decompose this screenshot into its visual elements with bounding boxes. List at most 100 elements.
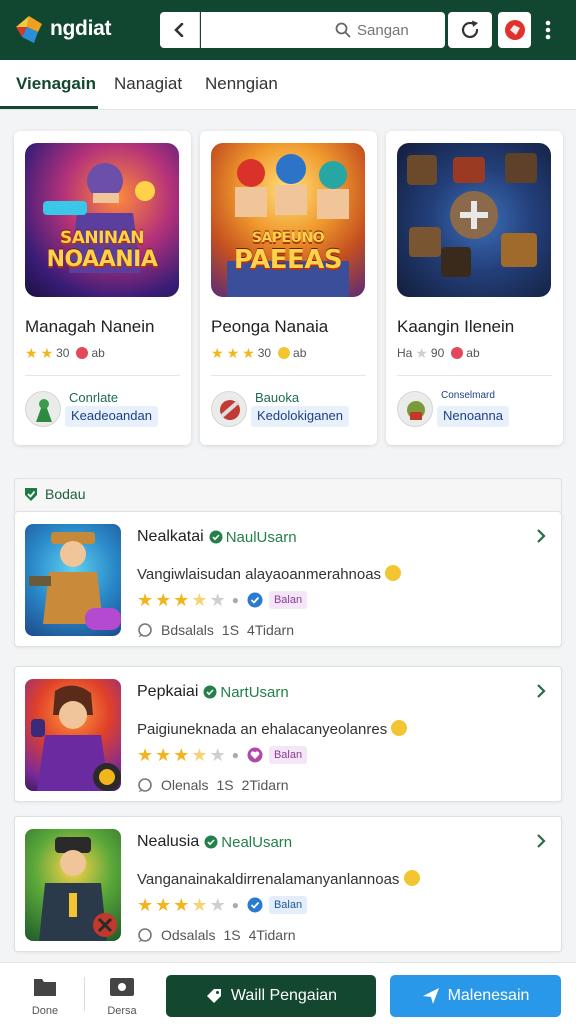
primary-action-button[interactable]: Waill Pengaian [166,975,376,1017]
primary-button-label: Waill Pengaian [230,987,338,1004]
game-title-row: Nealusia NealUsarn [137,833,292,851]
tab-bar: Vienagain Nanagiat Nenngian [0,60,576,110]
active-tab-indicator [0,106,98,109]
verified-badge: NealUsarn [204,834,292,851]
game-art-image [407,153,537,277]
meta-time: 4Tidarn [248,927,296,943]
meta-author: Olenals [161,777,209,793]
star-icon: ★ [155,745,172,765]
rating-suffix: ab [293,346,307,360]
refresh-button[interactable] [448,12,492,48]
developer-row[interactable]: Conselmard Nenoanna [397,389,549,429]
game-rating: ★ ★ ★ 30 ab [211,344,306,362]
game-art-title: SAPEUNO PAEEAS [233,230,343,275]
coin-icon [278,347,291,359]
developer-row[interactable]: Conrlate Keadeoandan [25,389,177,429]
search-input[interactable] [357,21,435,39]
divider [25,375,180,376]
meta-count: 1S [221,622,240,638]
dot-icon: ● [231,898,239,912]
dot-icon: ● [231,748,239,762]
section-title: Bodau [45,486,86,502]
game-thumbnail [25,829,121,941]
developer-name: Conselmard [441,390,495,401]
game-art-image [39,837,117,941]
app-logo-icon[interactable] [14,15,44,45]
meta-count: 1S [223,927,241,943]
game-meta: Olenals 1S 2Tidarn [137,777,289,793]
tab-nanagiat[interactable]: Nanagiat [114,74,182,94]
tab-nenngian[interactable]: Nenngian [205,74,278,94]
star-icon: ★ [211,345,224,361]
game-title: Managah Nanein [25,317,155,336]
star-icon: ★ [415,345,428,361]
game-title: Pepkaiai [137,683,199,700]
list-item[interactable]: Nealusia NealUsarn Vanganainakaldirrenal… [14,816,562,952]
star-icon: ★ [173,590,190,610]
star-icon: ★ [155,895,172,915]
star-icon: ★ [191,745,208,765]
secondary-action-button[interactable]: Malenesain [390,975,561,1017]
search-bar[interactable] [201,12,445,48]
rating-suffix: ab [466,346,480,360]
nav-done-button[interactable]: Done [20,975,70,1017]
verified-check-icon [203,685,217,699]
verified-label: NealUsarn [221,833,293,851]
secondary-button-label: Malenesain [447,987,530,1004]
rating-suffix: ab [91,346,105,360]
more-options-button[interactable] [538,14,558,46]
featured-game-card[interactable]: Kaangin Ilenein Ha ★ 90 ab Conselmard Ne… [386,131,563,445]
star-icon: ★ [137,895,154,915]
nav-dersa-button[interactable]: Dersa [97,975,147,1017]
section-header: Bodau [14,478,562,512]
comment-icon [138,778,152,792]
star-rating: ★ ★ ★ ★ ★ ● Balan [137,745,308,765]
game-title: Nealusia [137,833,200,850]
search-icon [335,22,351,38]
star-icon: ★ [209,895,226,915]
heart-icon [451,347,464,359]
description-text: Vanganainakaldirrenalamanyanlannoas [137,871,400,888]
rating-value: 30 [257,346,272,360]
list-item[interactable]: Nealkatai NaulUsarn Vangiwlaisudan alaya… [14,511,562,647]
game-meta: Bdsalals 1S 4Tidarn [137,622,294,638]
divider [211,375,366,376]
divider [397,375,552,376]
meta-time: 4Tidarn [247,622,294,638]
developer-avatar [397,391,433,427]
send-icon [422,988,439,1004]
chevron-right-icon[interactable] [535,833,547,849]
heart-icon [76,347,89,359]
game-title: Kaangin Ilenein [397,317,515,336]
star-icon: ★ [191,895,208,915]
star-icon: ★ [173,745,190,765]
featured-game-card[interactable]: SANINAN NOAANIA Managah Nanein ★ ★ 30 ab… [14,131,191,445]
chevron-right-icon[interactable] [535,683,547,699]
verified-check-icon [247,897,263,913]
game-art-title: SANINAN NOAANIA [46,228,158,272]
star-rating: ★ ★ ★ ★ ★ ● Balan [137,895,308,915]
meta-author: Bdsalals [161,622,214,638]
developer-name: Conrlate [69,390,119,405]
back-button[interactable] [160,12,200,48]
developer-row[interactable]: Bauoka Kedolokiganen [211,389,363,429]
game-description: Vangiwlaisudan alayaoanmerahnoas [137,565,402,583]
game-thumbnail: SAPEUNO PAEEAS [211,143,365,297]
game-title: Peonga Nanaia [211,317,329,336]
list-item[interactable]: Pepkaiai NartUsarn Paigiuneknada an ehal… [14,666,562,802]
star-rating: ★ ★ ★ ★ ★ ● Balan [137,590,308,610]
featured-game-card[interactable]: SAPEUNO PAEEAS Peonga Nanaia ★ ★ ★ 30 ab… [200,131,377,445]
tag-icon [206,989,221,1003]
more-vertical-icon [545,20,551,40]
tab-vienagain[interactable]: Vienagain [16,74,96,94]
game-art-image [43,163,155,273]
game-thumbnail [25,679,121,791]
developer-avatar [211,391,247,427]
rating-value: 30 [56,346,70,360]
chevron-right-icon[interactable] [535,528,547,544]
nav-label: Done [31,1005,59,1017]
game-title-row: Pepkaiai NartUsarn [137,683,289,701]
star-icon: ★ [40,345,54,361]
game-title-row: Nealkatai NaulUsarn [137,528,297,546]
notification-button[interactable] [498,12,531,48]
